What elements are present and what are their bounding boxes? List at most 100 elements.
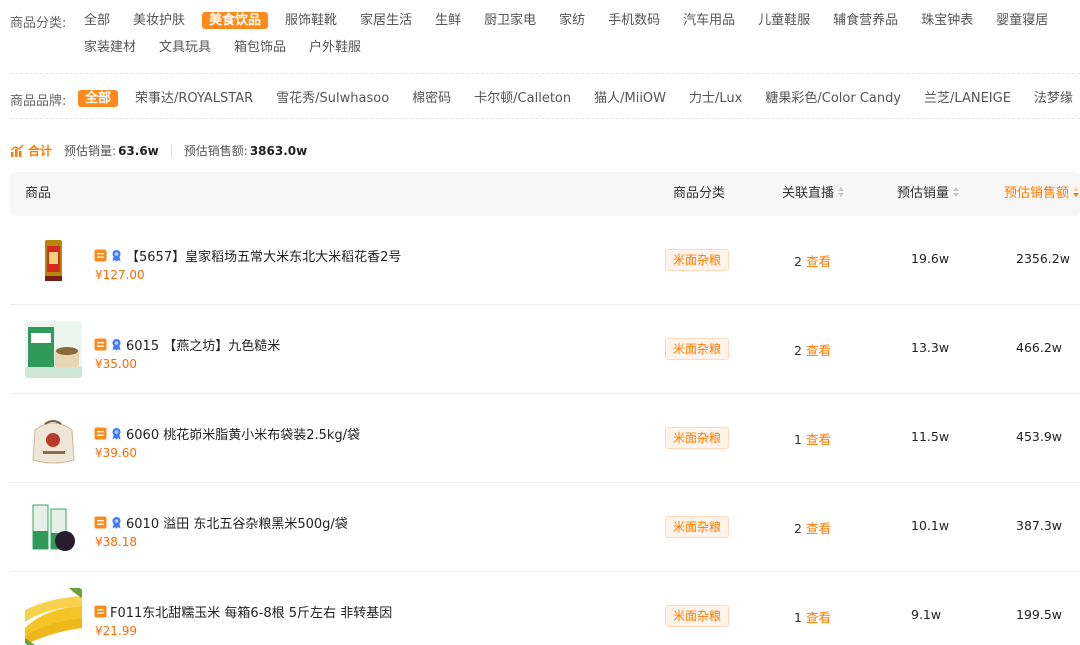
est-volume: 19.6w — [911, 251, 950, 266]
category-tag: 米面杂粮 — [665, 249, 730, 271]
category-option[interactable]: 全部 — [84, 12, 110, 29]
product-price: ¥21.99 — [95, 624, 137, 638]
est-volume: 9.1w — [911, 607, 942, 622]
award-ribbon-icon — [112, 250, 121, 262]
view-live-link[interactable]: 查看 — [806, 254, 831, 269]
store-badge-icon — [94, 516, 107, 529]
sort-icon — [838, 187, 845, 197]
live-count: 1 — [794, 610, 802, 625]
store-badge-icon — [94, 249, 107, 262]
category-option[interactable]: 家纺 — [559, 12, 585, 29]
category-option[interactable]: 汽车用品 — [683, 12, 735, 29]
product-thumbnail[interactable] — [25, 499, 82, 556]
est-sales-label: 预估销售额: — [183, 144, 248, 158]
category-option[interactable]: 儿童鞋服 — [758, 12, 810, 29]
product-title[interactable]: F011东北甜糯玉米 每箱6-8根 5斤左右 非转基因 — [110, 602, 392, 621]
header-sales-label: 预估销售额 — [1004, 186, 1070, 201]
summary-separator — [170, 144, 172, 157]
header-product: 商品 — [25, 186, 52, 201]
product-title[interactable]: 6015 【燕之坊】九色糙米 — [126, 335, 280, 354]
table-row[interactable]: 【5657】皇家稻场五常大米东北大米稻花香2号 ¥127.00 米面杂粮 2 查看 19.… — [10, 216, 1080, 305]
brand-option[interactable]: 全部 — [78, 90, 119, 107]
header-live-label: 关联直播 — [782, 186, 835, 201]
header-volume-sort[interactable]: 预估销量 — [897, 172, 960, 216]
product-price: ¥35.00 — [95, 357, 137, 371]
category-option[interactable]: 户外鞋服 — [309, 39, 361, 56]
category-option[interactable]: 美食饮品 — [202, 12, 269, 29]
product-title-line: 6015 【燕之坊】九色糙米 — [94, 335, 280, 354]
category-option[interactable]: 家居生活 — [360, 12, 412, 29]
category-option[interactable]: 服饰鞋靴 — [285, 12, 337, 29]
category-tag: 米面杂粮 — [665, 605, 730, 627]
brand-filter-items: 全部 荣事达/ROYALSTAR 雪花秀/Sulwhasoo 棉密码 卡尔顿/Calle… — [78, 90, 1080, 107]
category-option[interactable]: 生鲜 — [435, 12, 461, 29]
product-title-line: F011东北甜糯玉米 每箱6-8根 5斤左右 非转基因 — [94, 602, 392, 621]
table-row[interactable]: 6010 溢田 东北五谷杂粮黑米500g/袋 ¥38.18 米面杂粮 2 查看 10.1w… — [10, 483, 1080, 572]
category-tag: 米面杂粮 — [665, 338, 730, 360]
product-title[interactable]: 【5657】皇家稻场五常大米东北大米稻花香2号 — [126, 246, 401, 265]
brand-option[interactable]: 糖果彩色/Color Candy — [765, 90, 901, 107]
est-volume: 11.5w — [911, 429, 950, 444]
product-thumbnail[interactable] — [25, 232, 82, 289]
view-live-link[interactable]: 查看 — [806, 521, 831, 536]
live-cell: 2 查看 — [794, 251, 831, 270]
category-option[interactable]: 家装建材 — [84, 39, 136, 56]
header-sales-sort[interactable]: 预估销售额 — [1004, 172, 1080, 216]
view-live-link[interactable]: 查看 — [806, 610, 831, 625]
product-thumbnail[interactable] — [25, 321, 82, 378]
category-option[interactable]: 辅食营养品 — [833, 12, 898, 29]
sort-desc-icon — [1073, 187, 1080, 197]
est-sales-value: 3863.0w — [249, 143, 308, 158]
store-badge-icon — [94, 427, 107, 440]
brand-option[interactable]: 卡尔顿/Calleton — [474, 90, 571, 107]
table-row[interactable]: F011东北甜糯玉米 每箱6-8根 5斤左右 非转基因 ¥21.99 米面杂粮 1 查看… — [10, 572, 1080, 645]
live-count: 2 — [794, 254, 802, 269]
bar-chart-icon — [10, 144, 24, 157]
brand-option[interactable]: 荣事达/ROYALSTAR — [135, 90, 253, 107]
brand-option[interactable]: 猫人/MiiOW — [594, 90, 666, 107]
table-row[interactable]: 6060 桃花峁米脂黄小米布袋装2.5kg/袋 ¥39.60 米面杂粮 1 查看 11.5… — [10, 394, 1080, 483]
category-filter-items: 全部 美妆护肤 美食饮品 服饰鞋靴 家居生活 生鲜 厨卫家电 家纺 手机数码 汽车用品 儿童鞋服 辅食… — [84, 12, 1080, 56]
category-option[interactable]: 婴童寝居 — [996, 12, 1048, 29]
filter-divider — [10, 118, 1080, 119]
product-price: ¥127.00 — [95, 268, 145, 282]
est-volume-label: 预估销量: — [64, 144, 117, 158]
product-thumbnail[interactable] — [25, 588, 82, 645]
est-sales: 199.5w — [1016, 607, 1063, 622]
category-option[interactable]: 美妆护肤 — [133, 12, 185, 29]
product-title[interactable]: 6010 溢田 东北五谷杂粮黑米500g/袋 — [126, 513, 348, 532]
est-volume-value: 63.6w — [118, 143, 159, 158]
product-title[interactable]: 6060 桃花峁米脂黄小米布袋装2.5kg/袋 — [126, 424, 360, 443]
sort-icon — [953, 187, 960, 197]
view-live-link[interactable]: 查看 — [806, 432, 831, 447]
category-option[interactable]: 箱包饰品 — [234, 39, 286, 56]
live-cell: 1 查看 — [794, 607, 831, 626]
category-filter: 商品分类: 全部 美妆护肤 美食饮品 服饰鞋靴 家居生活 生鲜 厨卫家电 家纺 手机数码 汽车用品… — [10, 12, 1080, 62]
brand-option[interactable]: 兰芝/LANEIGE — [924, 90, 1011, 107]
header-volume-label: 预估销量 — [897, 186, 950, 201]
brand-option[interactable]: 力士/Lux — [689, 90, 742, 107]
product-thumbnail[interactable] — [25, 410, 82, 467]
product-title-line: 6010 溢田 东北五谷杂粮黑米500g/袋 — [94, 513, 348, 532]
brand-filter-label: 商品品牌: — [10, 94, 67, 107]
product-title-line: 【5657】皇家稻场五常大米东北大米稻花香2号 — [94, 246, 401, 265]
live-cell: 2 查看 — [794, 518, 831, 537]
est-sales: 2356.2w — [1016, 251, 1070, 266]
category-option[interactable]: 珠宝钟表 — [921, 12, 973, 29]
live-count: 2 — [794, 343, 802, 358]
est-sales: 387.3w — [1016, 518, 1063, 533]
product-price: ¥38.18 — [95, 535, 137, 549]
category-tag: 米面杂粮 — [665, 427, 730, 449]
category-option[interactable]: 厨卫家电 — [484, 12, 536, 29]
table-header: 商品 商品分类 关联直播 预估销量 预估销售额 — [10, 172, 1080, 216]
header-live-sort[interactable]: 关联直播 — [782, 172, 845, 216]
view-live-link[interactable]: 查看 — [806, 343, 831, 358]
category-option[interactable]: 文具玩具 — [159, 39, 211, 56]
brand-option[interactable]: 棉密码 — [412, 90, 451, 107]
brand-filter: 商品品牌: 全部 荣事达/ROYALSTAR 雪花秀/Sulwhasoo 棉密码 卡尔顿… — [10, 90, 1080, 107]
category-option[interactable]: 手机数码 — [608, 12, 660, 29]
brand-option[interactable]: 法梦缘 — [1034, 90, 1073, 107]
filter-divider — [10, 73, 1080, 74]
table-row[interactable]: 6015 【燕之坊】九色糙米 ¥35.00 米面杂粮 2 查看 13.3w 466.2w — [10, 305, 1080, 394]
brand-option[interactable]: 雪花秀/Sulwhasoo — [276, 90, 389, 107]
